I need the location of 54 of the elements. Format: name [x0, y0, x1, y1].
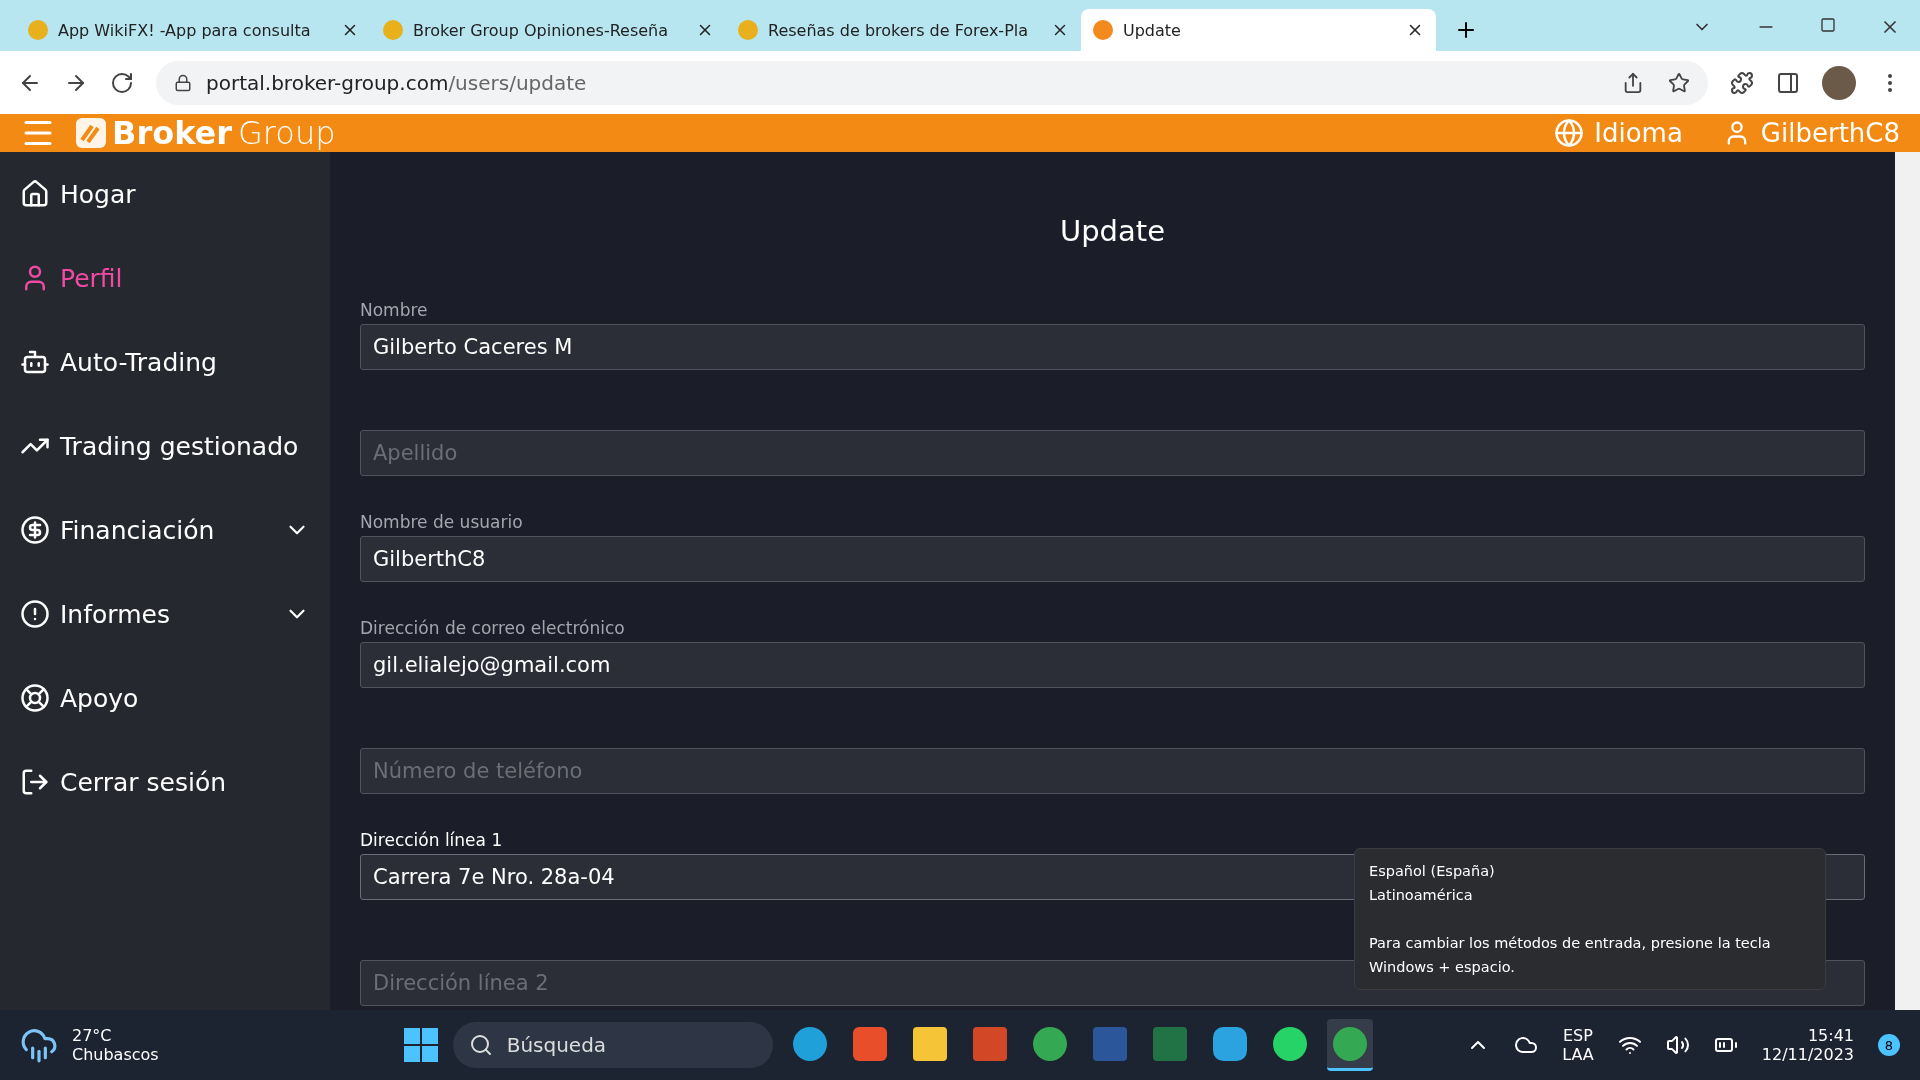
menu-item-icon — [20, 683, 50, 713]
field-label: Nombre — [360, 300, 428, 320]
favicon-icon — [383, 20, 403, 40]
extensions-icon[interactable] — [1730, 70, 1754, 95]
language-tooltip: Español (España) Latinoamérica Para cambiar los métodos de entrada, presione la tecla Windows + espacio. — [1354, 848, 1826, 990]
volume-icon[interactable] — [1665, 1033, 1690, 1057]
input-field[interactable]: GilberthC8 — [360, 536, 1865, 582]
start-icon[interactable] — [402, 1027, 439, 1063]
menu-item-icon — [20, 179, 50, 209]
field-label: Dirección línea 1 — [360, 830, 503, 850]
weather-icon — [20, 1026, 58, 1064]
side-panel-icon[interactable] — [1776, 70, 1800, 95]
sidebar-item[interactable]: Auto-Trading — [0, 320, 330, 404]
clock-time[interactable]: 15:41 — [1807, 1026, 1854, 1045]
menu-item-icon — [20, 767, 50, 797]
menu-item-icon — [20, 599, 50, 629]
scrollbar[interactable] — [1895, 152, 1920, 1010]
search-icon — [468, 1033, 493, 1057]
browser-tab[interactable]: App WikiFX! -App para consulta — [16, 9, 371, 51]
search-field[interactable]: Búsqueda — [452, 1022, 773, 1068]
field-label: Nombre de usuario — [360, 512, 523, 532]
reload-icon[interactable] — [110, 70, 134, 95]
input-language-indicator[interactable]: ESP LAA — [1562, 1026, 1594, 1064]
weather-text: Chubascos — [72, 1045, 159, 1064]
address-field[interactable]: portal.broker-group.com/users/update — [156, 60, 1708, 105]
sidebar-item[interactable]: Trading gestionado — [0, 404, 330, 488]
browser-tab[interactable]: Update — [1081, 9, 1436, 51]
avatar-icon[interactable] — [1822, 65, 1856, 100]
share-icon[interactable] — [1622, 71, 1644, 94]
input-field[interactable]: Gilberto Caceres M — [360, 324, 1865, 370]
sidebar-item[interactable]: Perfil — [0, 236, 330, 320]
favicon-icon — [28, 20, 48, 40]
clock-date[interactable]: 12/11/2023 — [1761, 1045, 1854, 1064]
menu-item-icon — [20, 515, 50, 545]
browser-tab[interactable]: Reseñas de brokers de Forex-Pla — [726, 9, 1081, 51]
lock-icon — [174, 73, 192, 92]
temperature-text: 27°C — [72, 1026, 113, 1045]
favicon-icon — [738, 20, 758, 40]
browser-tab[interactable]: Broker Group Opiniones-Reseña — [371, 9, 726, 51]
sidebar-item[interactable]: Financiación — [0, 488, 330, 572]
sidebar-item[interactable]: Cerrar sesión — [0, 740, 330, 824]
input-field[interactable]: Número de teléfono — [360, 748, 1865, 794]
input-field[interactable]: gil.elialejo@gmail.com — [360, 642, 1865, 688]
sidebar-item[interactable]: Apoyo — [0, 656, 330, 740]
notification-badge[interactable]: 8 — [1878, 1034, 1900, 1056]
sidebar-item[interactable]: Hogar — [0, 152, 330, 236]
maximize-icon[interactable] — [1820, 17, 1836, 33]
input-field[interactable]: Apellido — [360, 430, 1865, 476]
sidebar-item[interactable]: Informes — [0, 572, 330, 656]
globe-icon — [1554, 118, 1585, 148]
favicon-icon — [1093, 20, 1113, 40]
page-title: Update — [1060, 214, 1165, 248]
star-icon[interactable] — [1668, 71, 1690, 94]
field-label: Dirección de correo electrónico — [360, 618, 625, 638]
